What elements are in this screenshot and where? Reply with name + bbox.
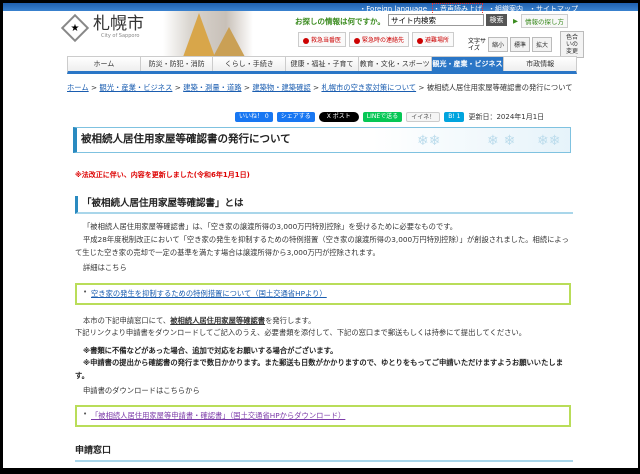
- download-label: 申請書のダウンロードはこちらから: [83, 386, 200, 395]
- city-emblem-icon: ★: [60, 13, 90, 42]
- paragraph: 平成28年度税制改正において「空き家の発生を抑制するための特例措置（空き家の譲渡…: [75, 235, 569, 257]
- facebook-share-button[interactable]: シェアする: [276, 112, 315, 122]
- emergency-links: 救急当番医 緊急時の連絡先 避難場所: [298, 32, 455, 47]
- line-share-button[interactable]: LINEで送る: [362, 112, 403, 122]
- nav-business[interactable]: 観光・産業・ビジネス: [431, 57, 505, 71]
- breadcrumb-home[interactable]: ホーム: [67, 83, 89, 92]
- breadcrumb-construction[interactable]: 建築・測量・道路: [183, 83, 241, 92]
- read-aloud-link[interactable]: ・音声読み上げ: [432, 3, 483, 15]
- bold-text: 被相続人居住用家屋等確認書: [170, 316, 266, 325]
- breadcrumb: ホーム > 観光・産業・ビジネス > 建築・測量・道路 > 建築物・建築確認 >…: [67, 83, 573, 92]
- facebook-like-button[interactable]: いいね！ 0: [235, 112, 273, 122]
- nav-health[interactable]: 健康・福祉・子育て: [286, 57, 359, 71]
- top-links: ・Foreign language ・音声読み上げ ・組織案内 ・サイトマップ: [359, 3, 578, 15]
- link-box: 空き家の発生を抑制するための特例措置について（国土交通省HPより）: [75, 283, 571, 305]
- page-title: 被相続人居住用家屋等確認書の発行について ❄❄ ❄ ❄ ❄❄: [73, 127, 571, 153]
- page: ・Foreign language ・音声読み上げ ・組織案内 ・サイトマップ …: [3, 0, 638, 468]
- font-size-label: 文字サイズ: [468, 37, 487, 52]
- updated-date: 更新日：2024年1月1日: [468, 113, 545, 121]
- foreign-language-link[interactable]: ・Foreign language: [359, 4, 427, 14]
- breadcrumb-vacant-house[interactable]: 札幌市の空き家対策について: [321, 83, 416, 92]
- paragraph: 「被相続人居住用家屋等確認書」は、「空き家の譲渡所得の3,000万円特別控除」を…: [83, 222, 458, 231]
- font-smaller-button[interactable]: 縮小: [488, 37, 509, 52]
- nav-disaster[interactable]: 防災・防犯・消防: [141, 57, 214, 71]
- special-measure-link[interactable]: 空き家の発生を抑制するための特例措置について（国土交通省HPより）: [91, 289, 327, 298]
- alert-icon: [303, 37, 309, 44]
- application-download-link[interactable]: 「被相続人居住用家屋等申請書・確認書」（国土交通省HPからダウンロード）: [91, 411, 345, 420]
- x-post-button[interactable]: X ポスト: [318, 112, 359, 122]
- label: 緊急時の連絡先: [362, 37, 405, 44]
- emergency-contact-button[interactable]: 緊急時の連絡先: [349, 32, 410, 47]
- sitemap-link[interactable]: ・サイトマップ: [529, 4, 578, 14]
- breadcrumb-current: 被相続人居住用家屋等確認書の発行について: [426, 83, 573, 92]
- search-input[interactable]: [388, 14, 484, 26]
- alert-icon: [417, 37, 424, 44]
- mixi-iine-button[interactable]: イイネ！: [406, 112, 441, 122]
- logo-name: 札幌市: [93, 14, 144, 34]
- section-heading: 申請窓口: [75, 443, 573, 462]
- text: 本市の下記申請窓口にて、: [83, 316, 171, 325]
- organization-link[interactable]: ・組織案内: [488, 4, 523, 14]
- update-note: ※法改正に伴い、内容を更新しました(令和6年1月1日): [75, 171, 250, 179]
- header-tree-image: [163, 11, 253, 57]
- text: を発行します。: [265, 316, 316, 325]
- font-size-controls: 文字サイズ 縮小 標準 拡大 色合いの変更: [468, 31, 585, 58]
- logo[interactable]: ★ 札幌市 City of Sapporo: [60, 13, 144, 42]
- nav-home[interactable]: ホーム: [68, 57, 141, 71]
- nav-living[interactable]: くらし・手続き: [213, 57, 287, 71]
- label: 救急当番医: [311, 37, 342, 44]
- search-button[interactable]: 検索: [486, 14, 507, 26]
- font-larger-button[interactable]: 拡大: [532, 37, 553, 52]
- font-standard-button[interactable]: 標準: [510, 37, 531, 52]
- alert-icon: [354, 37, 361, 44]
- nav-city[interactable]: 市政情報: [504, 57, 576, 71]
- nav-education[interactable]: 教育・文化・スポーツ: [359, 57, 432, 71]
- section-heading: 「被相続人居住用家屋等確認書」とは: [75, 196, 573, 214]
- hatena-bookmark-button[interactable]: B! 1: [444, 112, 465, 122]
- top-bar: ・Foreign language ・音声読み上げ ・組織案内 ・サイトマップ: [3, 0, 638, 15]
- color-change-button[interactable]: 色合いの変更: [560, 31, 585, 58]
- snowflake-icon: ❄❄: [537, 133, 561, 149]
- caution-note: ※申請書の提出から確認書の発行まで数日かかります。また郵送も日数がかかりますので…: [75, 358, 563, 380]
- howto-label: 情報の探し方: [521, 14, 568, 28]
- caution-note: ※書類に不備などがあった場合、追加で対応をお願いする場合がございます。: [83, 346, 338, 355]
- link-box: 「被相続人居住用家屋等申請書・確認書」（国土交通省HPからダウンロード）: [75, 405, 571, 427]
- howto-link[interactable]: ▶ 情報の探し方: [513, 14, 568, 28]
- logo-subtitle: City of Sapporo: [101, 33, 140, 39]
- paragraph: 本市の下記申請窓口にて、被相続人居住用家屋等確認書を発行します。: [75, 315, 575, 328]
- triangle-icon: ▶: [513, 17, 518, 25]
- social-buttons: いいね！ 0 シェアする X ポスト LINEで送る イイネ！ B! 1 更新日…: [235, 112, 544, 122]
- detail-label: 詳細はこちら: [83, 263, 127, 272]
- global-nav: ホーム 防災・防犯・消防 くらし・手続き 健康・福祉・子育て 教育・文化・スポー…: [67, 56, 577, 74]
- snowflake-icon: ❄ ❄: [487, 133, 516, 149]
- emergency-doctor-button[interactable]: 救急当番医: [298, 32, 347, 47]
- evacuation-site-button[interactable]: 避難場所: [412, 32, 455, 47]
- search-label: お探しの情報は何ですか。: [295, 17, 385, 26]
- breadcrumb-building[interactable]: 建築物・建築確認: [252, 83, 310, 92]
- label: 避難場所: [425, 37, 450, 44]
- breadcrumb-business[interactable]: 観光・産業・ビジネス: [99, 83, 172, 92]
- snowflake-icon: ❄❄: [417, 133, 441, 149]
- page-title-text: 被相続人居住用家屋等確認書の発行について: [81, 133, 291, 145]
- paragraph: 下記リンクより申請書をダウンロードしてご記入のうえ、必要書類を添付して、下記の窓…: [75, 328, 527, 337]
